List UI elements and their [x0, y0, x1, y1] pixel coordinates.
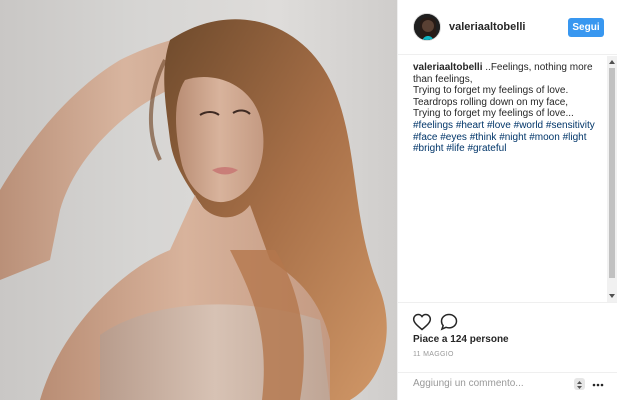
hashtag-link[interactable]: #night	[499, 132, 526, 143]
hashtag-link[interactable]: #light	[563, 132, 587, 143]
hashtag-link[interactable]: #face	[413, 132, 437, 143]
up-down-arrows-icon	[577, 381, 582, 389]
heart-outline-icon[interactable]	[412, 312, 432, 332]
hashtag-link[interactable]: #grateful	[468, 143, 507, 154]
caption-line: Trying to forget my feelings of love.	[413, 85, 569, 97]
hashtag-link[interactable]: #love	[487, 120, 511, 131]
hashtag-link[interactable]: #sensitivity	[546, 120, 595, 131]
post-actions: Piace a 124 persone 11 MAGGIO	[398, 302, 617, 372]
avatar[interactable]	[413, 13, 441, 41]
hashtag-link[interactable]: #moon	[529, 132, 560, 143]
hashtag-link[interactable]: #heart	[456, 120, 484, 131]
likes-count[interactable]: Piace a 124 persone	[413, 334, 509, 345]
comment-input[interactable]: Aggiungi un commento...	[413, 378, 524, 389]
hashtag-list: #feelings #heart #love #world #sensitivi…	[413, 120, 595, 154]
hashtag-link[interactable]: #feelings	[413, 120, 453, 131]
caption-line: Teardrops rolling down on my face,	[413, 96, 569, 108]
hashtag-link[interactable]: #think	[470, 132, 497, 143]
textarea-resize-control[interactable]	[574, 378, 585, 390]
avatar-photo-icon	[414, 14, 440, 40]
comments-scrollbar[interactable]	[607, 56, 617, 302]
post-date: 11 MAGGIO	[413, 351, 454, 358]
hashtag-link[interactable]: #eyes	[440, 132, 467, 143]
add-comment-bar: Aggiungi un commento...	[398, 372, 617, 400]
follow-button[interactable]: Segui	[568, 18, 604, 37]
ellipsis-icon[interactable]	[592, 379, 604, 391]
hashtag-link[interactable]: #life	[446, 143, 464, 154]
caption-block: valeriaaltobelli ..Feelings, nothing mor…	[413, 62, 603, 155]
post-side-panel: valeriaaltobelli Segui valeriaaltobelli …	[397, 0, 617, 400]
scrollbar-thumb[interactable]	[609, 68, 615, 278]
caption-author[interactable]: valeriaaltobelli	[413, 62, 482, 73]
hashtag-link[interactable]: #bright	[413, 143, 444, 154]
hashtag-link[interactable]: #world	[514, 120, 543, 131]
speech-bubble-icon[interactable]	[439, 312, 459, 332]
woman-portrait-image	[0, 19, 387, 400]
post-username[interactable]: valeriaaltobelli	[449, 21, 525, 33]
caption-line: Trying to forget my feelings of love...	[413, 108, 574, 120]
post-photo[interactable]	[0, 0, 397, 400]
post-header: valeriaaltobelli Segui	[398, 0, 617, 55]
instagram-post-modal: valeriaaltobelli Segui valeriaaltobelli …	[0, 0, 617, 400]
scroll-up-arrow-icon[interactable]	[607, 58, 617, 66]
scroll-down-arrow-icon[interactable]	[607, 292, 617, 300]
